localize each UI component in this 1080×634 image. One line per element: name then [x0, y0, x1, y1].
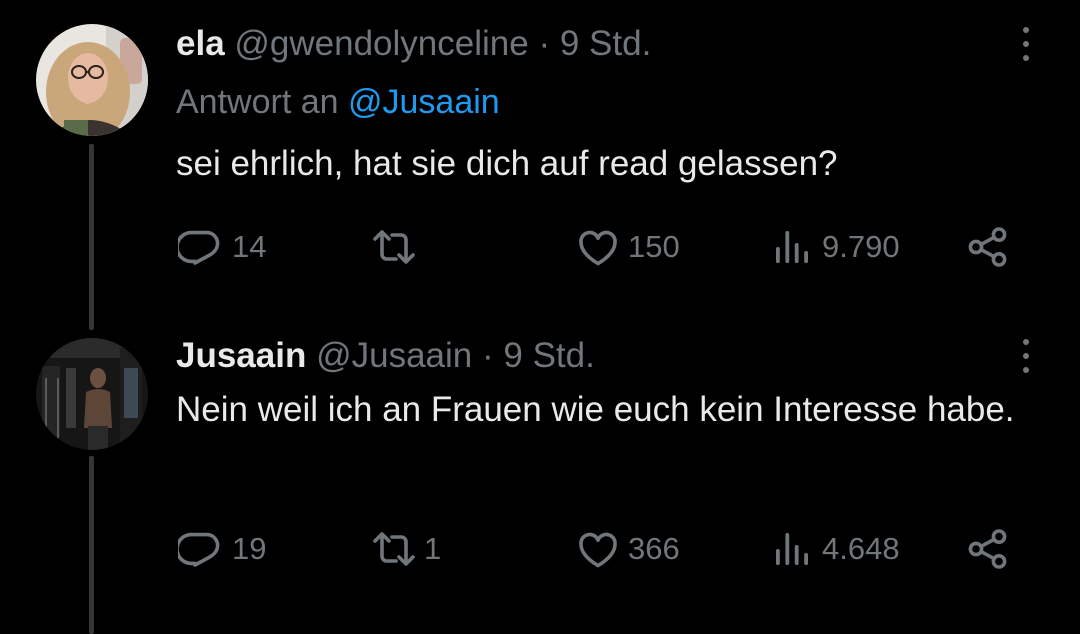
thread-line — [89, 456, 94, 634]
heart-icon — [579, 532, 617, 568]
action-bar: 19 1 366 4.648 — [176, 524, 1036, 574]
tweet-text: sei ehrlich, hat sie dich auf read gelas… — [176, 144, 838, 183]
reply-count: 19 — [232, 531, 267, 566]
reply-icon — [178, 532, 220, 567]
display-name[interactable]: Jusaain — [176, 336, 306, 375]
views-icon — [776, 533, 808, 565]
retweet-button[interactable]: 1 — [370, 524, 441, 574]
display-name[interactable]: ela — [176, 24, 225, 63]
replying-to: Antwort an @Jusaain — [176, 80, 500, 124]
like-count: 366 — [628, 531, 680, 566]
views-count: 4.648 — [822, 531, 900, 566]
retweet-icon — [373, 230, 415, 264]
reply-tweet[interactable]: Jusaain @Jusaain · 9 Std. Nein weil ich … — [0, 320, 1080, 634]
timestamp[interactable]: 9 Std. — [560, 24, 651, 63]
like-count: 150 — [628, 229, 680, 264]
retweet-count: 1 — [424, 531, 442, 566]
avatar[interactable] — [36, 338, 148, 450]
views-button[interactable]: 4.648 — [768, 524, 900, 574]
reply-tweet[interactable]: ela @gwendolynceline · 9 Std. Antwort an… — [0, 0, 1080, 330]
like-button[interactable]: 366 — [574, 524, 680, 574]
share-icon — [968, 529, 1007, 569]
avatar[interactable] — [36, 24, 148, 136]
reply-button[interactable]: 19 — [178, 524, 266, 574]
reply-count: 14 — [232, 229, 267, 264]
separator-dot: · — [538, 24, 551, 63]
like-button[interactable]: 150 — [574, 222, 680, 272]
tweet-text: Nein weil ich an Frauen wie euch kein In… — [176, 390, 1015, 429]
share-icon — [968, 227, 1007, 267]
share-button[interactable] — [964, 222, 1012, 272]
views-icon — [776, 231, 808, 263]
thread-line — [89, 144, 94, 330]
action-bar: 14 150 9.790 — [176, 222, 1036, 272]
reply-button[interactable]: 14 — [178, 222, 266, 272]
separator-dot: · — [482, 336, 494, 375]
share-button[interactable] — [964, 524, 1012, 574]
reply-icon — [178, 230, 220, 265]
retweet-button[interactable] — [370, 222, 424, 272]
replying-to-mention[interactable]: @Jusaain — [348, 83, 500, 121]
views-button[interactable]: 9.790 — [768, 222, 900, 272]
more-vertical-icon[interactable] — [1016, 334, 1036, 378]
handle[interactable]: @Jusaain — [316, 336, 472, 375]
retweet-icon — [373, 532, 415, 566]
heart-icon — [579, 230, 617, 266]
views-count: 9.790 — [822, 229, 900, 264]
timestamp[interactable]: 9 Std. — [503, 336, 594, 375]
tweet-header: Jusaain @Jusaain · 9 Std. — [176, 334, 595, 378]
handle[interactable]: @gwendolynceline — [234, 24, 528, 63]
more-vertical-icon[interactable] — [1016, 22, 1036, 66]
tweet-header: ela @gwendolynceline · 9 Std. — [176, 22, 651, 66]
replying-to-label: Antwort an — [176, 83, 339, 121]
